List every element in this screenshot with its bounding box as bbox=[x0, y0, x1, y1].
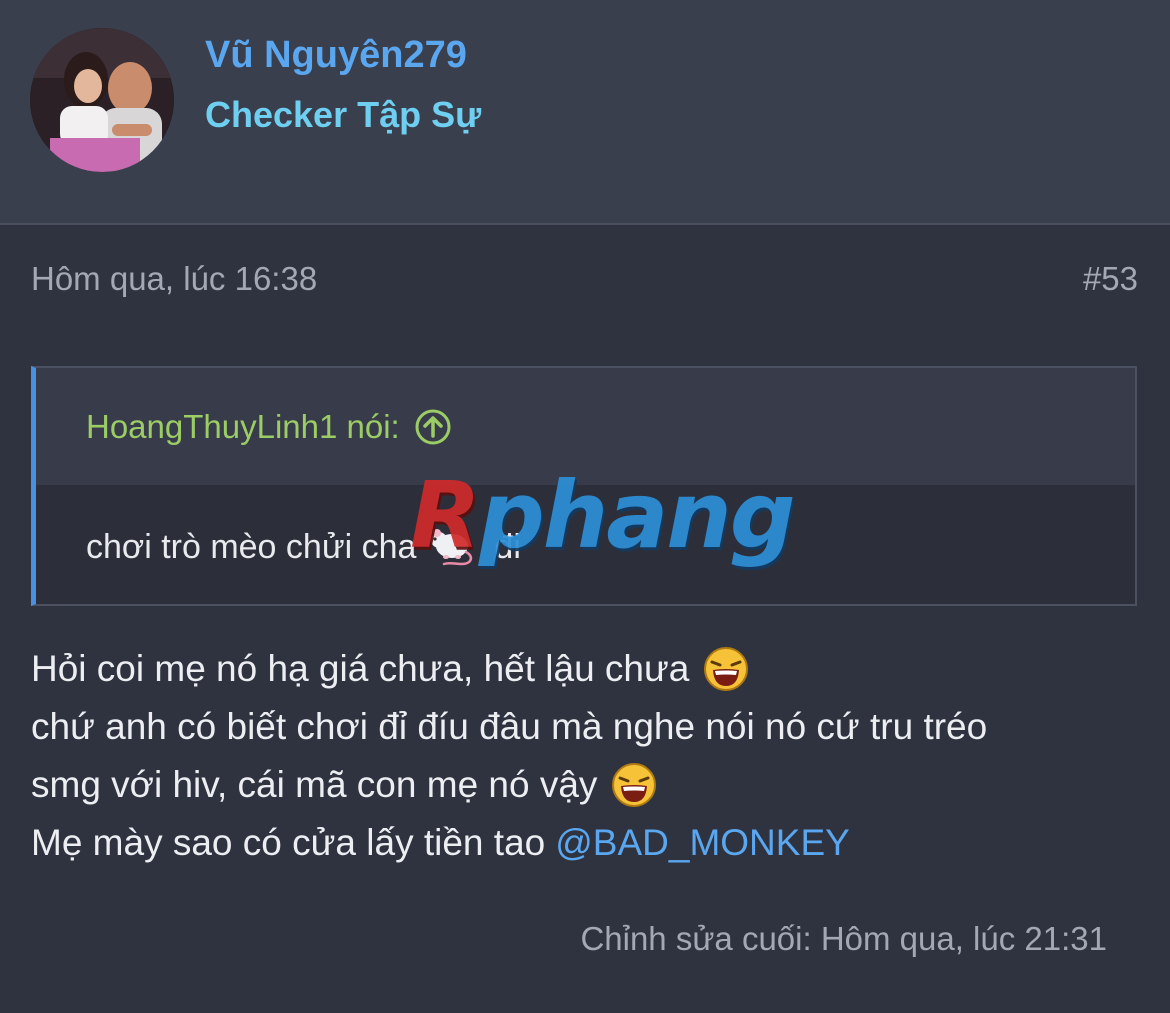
quote-author[interactable]: HoangThuyLinh1 nói: bbox=[86, 408, 400, 446]
user-mention-link[interactable]: @BAD_MONKEY bbox=[555, 814, 850, 872]
laughing-emoji-icon bbox=[611, 762, 657, 808]
site-watermark: Rphang bbox=[410, 462, 796, 569]
quote-author-link[interactable]: HoangThuyLinh1 nói: bbox=[86, 408, 452, 446]
user-avatar[interactable] bbox=[30, 28, 174, 172]
username[interactable]: Vũ Nguyên279 bbox=[205, 34, 467, 77]
post-line: chứ anh có biết chơi đỉ đíu đâu mà nghe … bbox=[31, 706, 988, 747]
quote-text-before: chơi trò mèo chửi cha bbox=[86, 527, 417, 566]
post-line: Hỏi coi mẹ nó hạ giá chưa, hết lậu chưa bbox=[31, 640, 1141, 698]
user-title: Checker Tập Sự bbox=[205, 94, 482, 135]
laughing-emoji-icon bbox=[703, 646, 749, 692]
post-author-header: Vũ Nguyên279 Checker Tập Sự bbox=[0, 0, 1170, 225]
post-body: Hỏi coi mẹ nó hạ giá chưa, hết lậu chưa … bbox=[31, 640, 1141, 872]
last-edited: Chỉnh sửa cuối: Hôm qua, lúc 21:31 bbox=[580, 920, 1107, 957]
post-date[interactable]: Hôm qua, lúc 16:38 bbox=[31, 260, 317, 298]
post-line: smg với hiv, cái mã con mẹ nó vậy bbox=[31, 756, 1141, 814]
post-line: Mẹ mày sao có cửa lấy tiền tao @BAD_MONK… bbox=[31, 814, 1141, 872]
go-to-quote-icon[interactable] bbox=[414, 408, 452, 446]
post-number[interactable]: #53 bbox=[1083, 260, 1138, 298]
